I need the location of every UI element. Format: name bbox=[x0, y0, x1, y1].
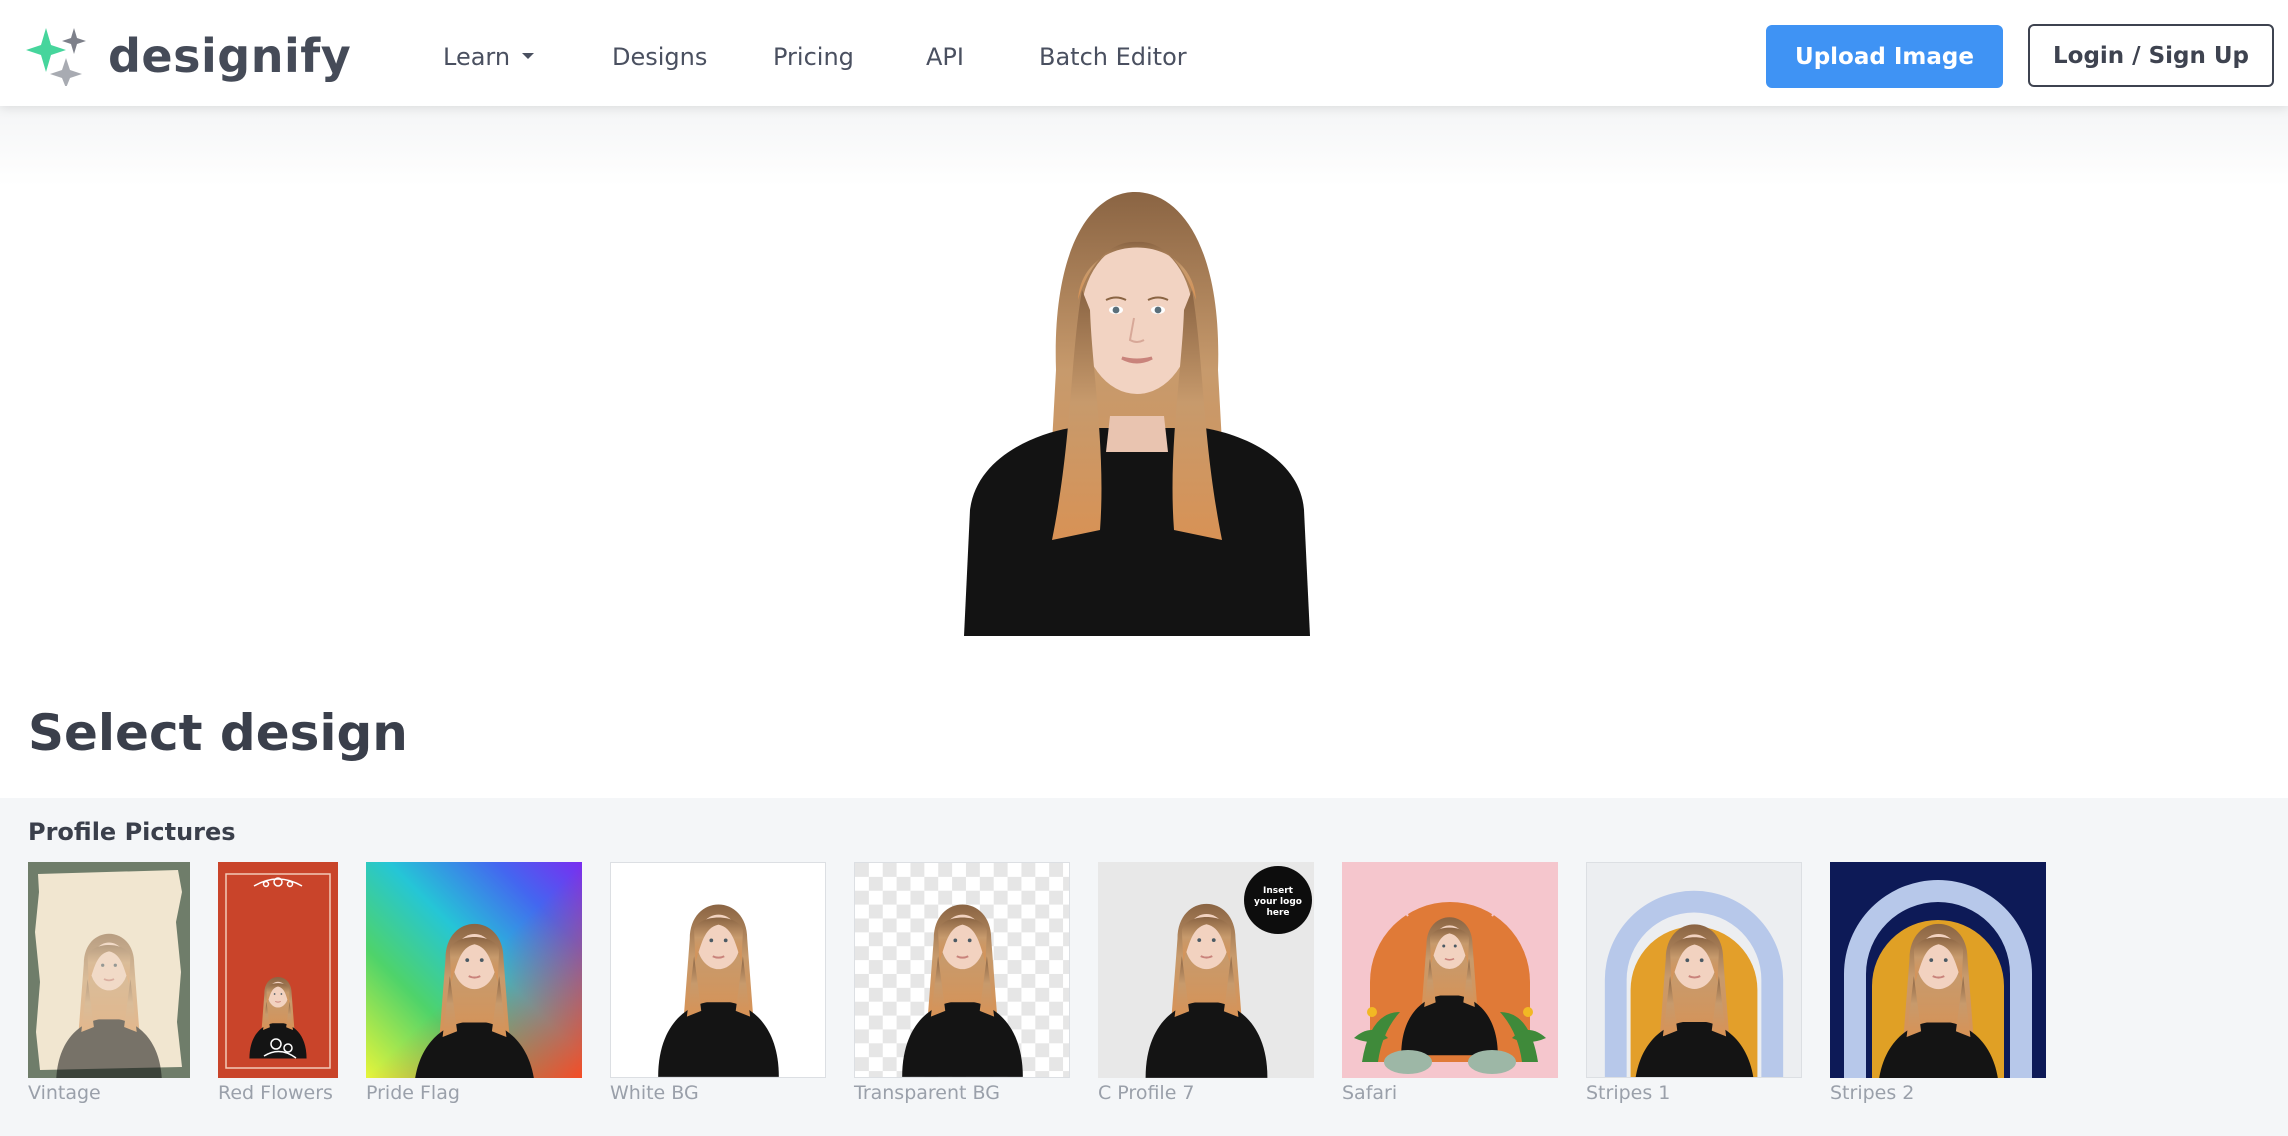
brand-name: designify bbox=[108, 29, 352, 83]
safari-thumbnail bbox=[1342, 862, 1558, 1078]
nav-designs[interactable]: Designs bbox=[612, 42, 707, 72]
c-profile-7-thumbnail: Insert your logo here bbox=[1098, 862, 1314, 1078]
upload-image-button[interactable]: Upload Image bbox=[1766, 25, 2003, 88]
design-card-c-profile-7[interactable]: Insert your logo here C Profile 7 bbox=[1098, 862, 1314, 1103]
logo-badge-text: Insert your logo here bbox=[1254, 886, 1302, 918]
preview-image bbox=[960, 190, 1314, 636]
sparkle-logo-icon bbox=[26, 28, 86, 86]
vintage-thumbnail bbox=[28, 862, 190, 1078]
nav-batch-editor[interactable]: Batch Editor bbox=[1039, 42, 1187, 72]
design-name: Stripes 2 bbox=[1830, 1082, 1915, 1104]
design-name: White BG bbox=[610, 1082, 699, 1104]
select-design-title: Select design bbox=[28, 704, 408, 762]
category-profile-pictures: Profile Pictures bbox=[28, 818, 236, 846]
design-card-white-bg[interactable]: White BG bbox=[610, 862, 826, 1103]
design-card-stripes-1[interactable]: Stripes 1 bbox=[1586, 862, 1802, 1103]
design-card-pride-flag[interactable]: Pride Flag bbox=[366, 862, 582, 1103]
design-card-stripes-2[interactable]: Stripes 2 bbox=[1830, 862, 2046, 1103]
red-flowers-thumbnail bbox=[218, 862, 338, 1078]
portrait-photo bbox=[964, 192, 1310, 636]
design-card-red-flowers[interactable]: Red Flowers bbox=[218, 862, 338, 1103]
design-card-safari[interactable]: Safari bbox=[1342, 862, 1558, 1103]
design-name: C Profile 7 bbox=[1098, 1082, 1195, 1104]
hero-background bbox=[0, 106, 2288, 186]
white-bg-thumbnail bbox=[610, 862, 826, 1078]
design-name: Safari bbox=[1342, 1082, 1398, 1104]
design-name: Vintage bbox=[28, 1082, 101, 1104]
transparent-bg-thumbnail bbox=[854, 862, 1070, 1078]
pride-flag-thumbnail bbox=[366, 862, 582, 1078]
nav-pricing[interactable]: Pricing bbox=[773, 42, 854, 72]
design-card-transparent-bg[interactable]: Transparent BG bbox=[854, 862, 1070, 1103]
design-name: Transparent BG bbox=[854, 1082, 1000, 1104]
login-signup-button[interactable]: Login / Sign Up bbox=[2028, 24, 2274, 87]
top-header: designify Learn Designs Pricing API Batc… bbox=[0, 0, 2288, 106]
brand-logo[interactable]: designify bbox=[26, 26, 351, 86]
design-name: Red Flowers bbox=[218, 1082, 333, 1104]
design-name: Pride Flag bbox=[366, 1082, 460, 1104]
nav-learn[interactable]: Learn bbox=[443, 42, 535, 72]
stripes-1-thumbnail bbox=[1586, 862, 1802, 1078]
chevron-down-icon bbox=[522, 53, 535, 59]
design-name: Stripes 1 bbox=[1586, 1082, 1671, 1104]
design-card-vintage[interactable]: Vintage bbox=[28, 862, 190, 1103]
stripes-2-thumbnail bbox=[1830, 862, 2046, 1078]
nav-api[interactable]: API bbox=[926, 42, 964, 72]
nav-learn-label: Learn bbox=[443, 43, 511, 71]
